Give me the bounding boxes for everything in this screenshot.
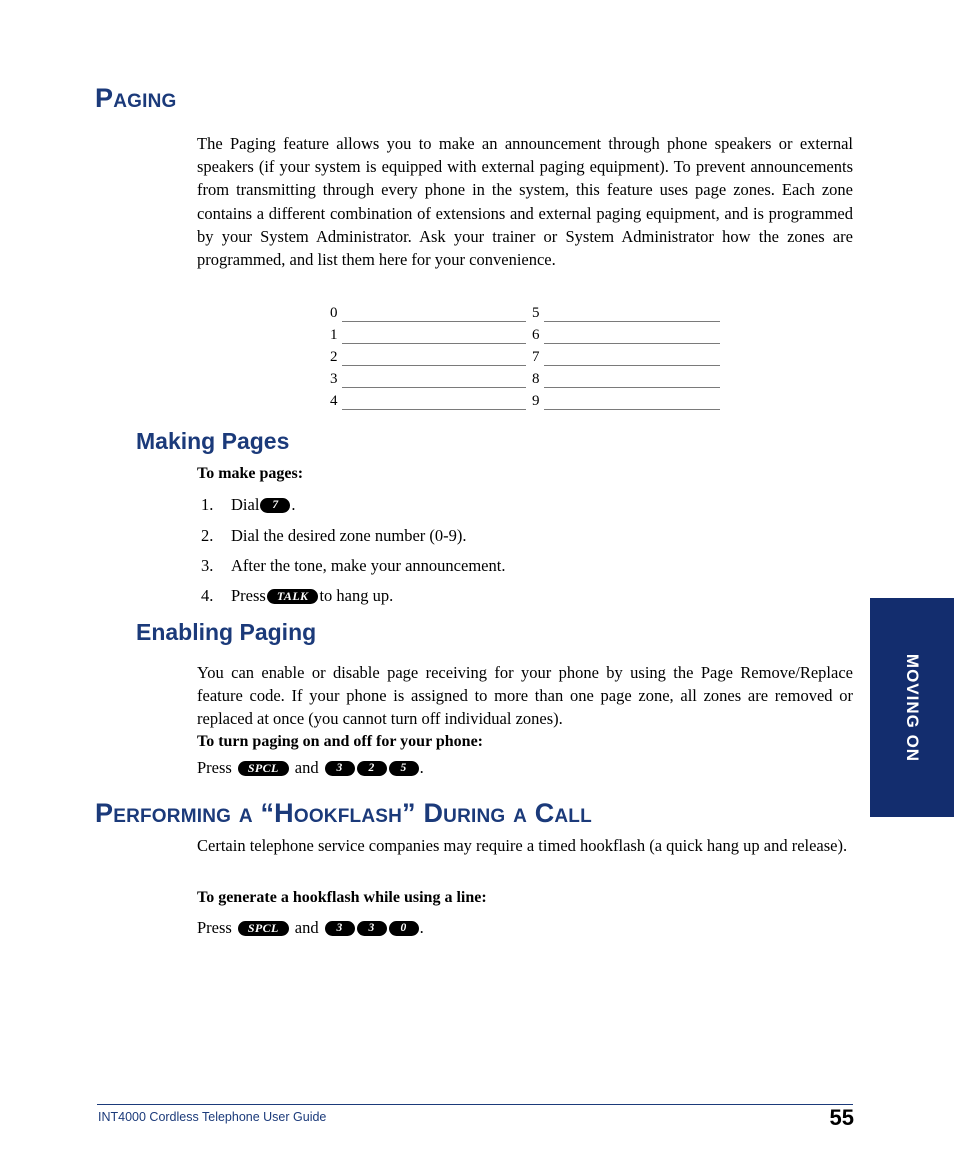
- zone-row: 5: [532, 300, 726, 322]
- key-spcl[interactable]: SPCL: [237, 760, 289, 776]
- zone-label: 4: [330, 393, 338, 409]
- key-digit-3[interactable]: 0: [388, 920, 419, 936]
- zone-label: 0: [330, 305, 338, 321]
- zone-label: 6: [532, 327, 540, 343]
- step-item: 1. Dial 7 .: [201, 495, 296, 515]
- paging-intro-paragraph: The Paging feature allows you to make an…: [197, 134, 853, 270]
- step-text-before: Press: [231, 586, 266, 605]
- zone-row: 1: [330, 322, 532, 344]
- press-sequence-hookflash: Press SPCL and 3 3 0 .: [197, 918, 424, 938]
- heading-making-pages: Making Pages: [136, 428, 290, 454]
- step-text: Dial 7 .: [231, 495, 296, 515]
- document-page: Paging The Paging feature allows you to …: [0, 0, 954, 1159]
- zone-label: 2: [330, 349, 338, 365]
- zone-write-in-line[interactable]: [341, 373, 526, 388]
- hookflash-paragraph: Certain telephone service companies may …: [197, 836, 848, 855]
- heading-paging: Paging: [95, 83, 177, 113]
- key-digit-2[interactable]: 2: [356, 760, 387, 776]
- zone-label: 1: [330, 327, 338, 343]
- step-number: 4.: [201, 586, 214, 605]
- footer-divider: [97, 1104, 853, 1105]
- zone-write-in-line[interactable]: [341, 307, 526, 322]
- press-label: Press: [197, 918, 232, 937]
- zone-label: 7: [532, 349, 540, 365]
- key-spcl[interactable]: SPCL: [237, 920, 289, 936]
- footer-document-title: INT4000 Cordless Telephone User Guide: [98, 1110, 327, 1124]
- step-text: Press TALK to hang up.: [231, 586, 393, 606]
- step-number: 3.: [201, 556, 214, 575]
- key-7[interactable]: 7: [260, 497, 291, 513]
- zone-label: 9: [532, 393, 540, 409]
- zone-row: 3: [330, 366, 532, 388]
- footer-page-number: 55: [829, 1105, 854, 1130]
- lead-in-turn-paging-on-off: To turn paging on and off for your phone…: [197, 733, 483, 750]
- heading-enabling-paging: Enabling Paging: [136, 619, 317, 645]
- heading-performing-hookflash: Performing a “Hookflash” During a Call: [95, 798, 592, 828]
- lead-in-generate-hookflash: To generate a hookflash while using a li…: [197, 889, 487, 906]
- step-number: 1.: [201, 495, 214, 514]
- zone-label: 5: [532, 305, 540, 321]
- step-item: 4. Press TALK to hang up.: [201, 586, 393, 606]
- side-tab-label: MOVING ON: [903, 653, 922, 762]
- press-label: Press: [197, 758, 232, 777]
- press-suffix: .: [419, 918, 424, 937]
- zone-row: 4: [330, 388, 532, 410]
- page-zone-fill-in-table: 0 5 1 6 2 7 3 8 4 9: [330, 300, 726, 410]
- zone-row: 7: [532, 344, 726, 366]
- enabling-paging-paragraph: You can enable or disable page receiving…: [197, 663, 853, 729]
- zone-write-in-line[interactable]: [543, 351, 720, 366]
- zone-write-in-line[interactable]: [543, 307, 720, 322]
- step-item: 3. After the tone, make your announcemen…: [201, 556, 505, 576]
- press-conjunction: and: [294, 758, 319, 777]
- zone-row: 2: [330, 344, 532, 366]
- zone-write-in-line[interactable]: [341, 351, 526, 366]
- press-suffix: .: [419, 758, 424, 777]
- step-text: Dial the desired zone number (0-9).: [231, 526, 467, 545]
- step-text: After the tone, make your announcement.: [231, 556, 506, 575]
- zone-write-in-line[interactable]: [341, 329, 526, 344]
- zone-label: 8: [532, 371, 540, 387]
- zone-row: 8: [532, 366, 726, 388]
- key-digit-3[interactable]: 5: [388, 760, 419, 776]
- step-item: 2. Dial the desired zone number (0-9).: [201, 526, 467, 546]
- step-text-before: Dial: [231, 495, 260, 514]
- zone-write-in-line[interactable]: [341, 395, 526, 410]
- press-conjunction: and: [294, 918, 319, 937]
- zone-write-in-line[interactable]: [543, 373, 720, 388]
- press-sequence-paging: Press SPCL and 3 2 5 .: [197, 758, 424, 778]
- zone-row: 6: [532, 322, 726, 344]
- key-digit-1[interactable]: 3: [324, 760, 355, 776]
- zone-write-in-line[interactable]: [543, 329, 720, 344]
- key-digit-1[interactable]: 3: [324, 920, 355, 936]
- section-side-tab: MOVING ON: [870, 598, 954, 817]
- key-talk[interactable]: TALK: [266, 588, 319, 604]
- step-number: 2.: [201, 526, 214, 545]
- zone-row: 9: [532, 388, 726, 410]
- zone-write-in-line[interactable]: [543, 395, 720, 410]
- step-text-after: to hang up.: [319, 586, 394, 605]
- zone-row: 0: [330, 300, 532, 322]
- step-text-after: .: [291, 495, 296, 514]
- key-digit-2[interactable]: 3: [356, 920, 387, 936]
- lead-in-to-make-pages: To make pages:: [197, 465, 304, 482]
- zone-label: 3: [330, 371, 338, 387]
